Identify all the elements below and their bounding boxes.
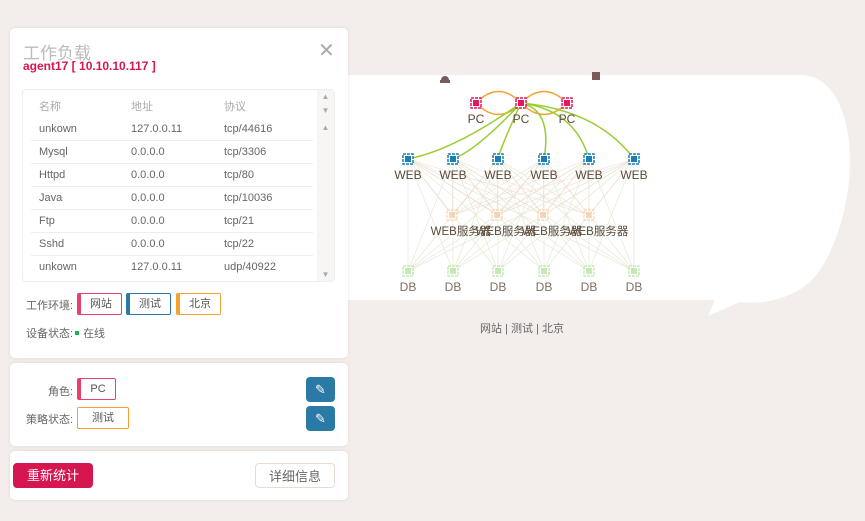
env-tag-beijing[interactable]: 北京 bbox=[176, 293, 221, 315]
table-row[interactable]: Ftp 0.0.0.0 tcp/21 bbox=[31, 210, 313, 233]
table-row[interactable]: Mysql 0.0.0.0 tcp/3306 bbox=[31, 141, 313, 164]
scrollbar[interactable]: ▲ ▼ ▲ ▼ bbox=[317, 90, 334, 281]
node-label: WEB bbox=[620, 168, 647, 182]
web-server-node[interactable] bbox=[491, 209, 503, 221]
node-label: DB bbox=[581, 280, 598, 294]
scroll-up-icon[interactable]: ▲ bbox=[317, 92, 334, 101]
cell-name: Httpd bbox=[39, 169, 66, 181]
node-label: WEB bbox=[439, 168, 466, 182]
cell-address: 0.0.0.0 bbox=[131, 146, 165, 158]
cell-address: 127.0.0.11 bbox=[131, 261, 183, 273]
cell-protocol: udp/40922 bbox=[224, 261, 276, 273]
device-status: 设备状态: 在线 bbox=[26, 325, 105, 341]
table-row[interactable]: Java 0.0.0.0 tcp/10036 bbox=[31, 187, 313, 210]
table-row[interactable]: unkown 127.0.0.11 tcp/44616 bbox=[31, 118, 313, 141]
cell-name: Java bbox=[39, 192, 63, 204]
graph-caption: 网站 | 测试 | 北京 bbox=[480, 323, 564, 335]
header-protocol: 协议 bbox=[224, 101, 246, 113]
scroll-up-icon[interactable]: ▲ bbox=[317, 123, 334, 132]
policy-tag[interactable]: 测试 bbox=[77, 407, 129, 429]
node-label: DB bbox=[400, 280, 417, 294]
scroll-down-icon[interactable]: ▼ bbox=[317, 270, 334, 279]
table-row[interactable]: unkown 127.0.0.11 udp/40922 bbox=[31, 256, 313, 279]
close-icon[interactable]: ✕ bbox=[318, 38, 335, 63]
node-label: WEB bbox=[575, 168, 602, 182]
header-address: 地址 bbox=[131, 101, 153, 113]
node-label: DB bbox=[626, 280, 643, 294]
cell-protocol: tcp/3306 bbox=[224, 146, 267, 158]
role-label: 角色: bbox=[48, 386, 74, 398]
web-server-node[interactable] bbox=[446, 209, 458, 221]
web-server-node[interactable] bbox=[537, 209, 549, 221]
details-button[interactable]: 详细信息 bbox=[255, 463, 335, 488]
node-label: DB bbox=[445, 280, 462, 294]
cell-name: Mysql bbox=[39, 146, 68, 158]
service-table: 名称 地址 协议 unkown 127.0.0.11 tcp/44616 Mysql 0… bbox=[22, 89, 335, 282]
table-row[interactable]: Sshd 0.0.0.0 tcp/22 bbox=[31, 233, 313, 256]
cell-name: unkown bbox=[39, 123, 77, 135]
edit-role-button[interactable]: ✎ bbox=[306, 377, 335, 402]
policy-label: 策略状态: bbox=[26, 414, 74, 426]
cell-address: 0.0.0.0 bbox=[131, 238, 165, 250]
cell-name: unkown bbox=[39, 261, 77, 273]
node-label: WEB bbox=[394, 168, 421, 182]
cell-address: 127.0.0.11 bbox=[131, 123, 183, 135]
graph-bubble bbox=[345, 75, 850, 316]
cell-protocol: tcp/44616 bbox=[224, 123, 273, 135]
recount-button[interactable]: 重新统计 bbox=[13, 463, 93, 488]
role-panel: 角色: PC ✎ 策略状态: 测试 ✎ bbox=[10, 363, 348, 446]
node-label: WEB服务器 bbox=[568, 224, 629, 238]
env-tag-website[interactable]: 网站 bbox=[77, 293, 122, 315]
online-dot-icon bbox=[75, 331, 80, 335]
edit-policy-button[interactable]: ✎ bbox=[306, 406, 335, 431]
cell-protocol: tcp/21 bbox=[224, 215, 254, 227]
cell-protocol: tcp/22 bbox=[224, 238, 254, 250]
workload-panel: 工作负载 agent17 [ 10.10.10.117 ] ✕ 名称 地址 协议… bbox=[10, 28, 348, 358]
cell-name: Sshd bbox=[39, 238, 65, 250]
device-icon bbox=[592, 72, 600, 80]
node-label: PC bbox=[468, 112, 485, 126]
node-label: PC bbox=[513, 112, 530, 126]
cell-protocol: tcp/80 bbox=[224, 169, 254, 181]
agent-subtitle: agent17 [ 10.10.10.117 ] bbox=[23, 59, 156, 73]
table-row[interactable]: Httpd 0.0.0.0 tcp/80 bbox=[31, 164, 313, 187]
node-label: WEB bbox=[530, 168, 557, 182]
status-label: 设备状态: bbox=[26, 328, 74, 340]
node-label: DB bbox=[490, 280, 507, 294]
node-label: WEB bbox=[484, 168, 511, 182]
cell-protocol: tcp/10036 bbox=[224, 192, 273, 204]
node-label: PC bbox=[559, 112, 576, 126]
cell-address: 0.0.0.0 bbox=[131, 192, 165, 204]
web-server-node[interactable] bbox=[583, 209, 595, 221]
actions-panel: 重新统计 详细信息 bbox=[10, 451, 348, 500]
status-value: 在线 bbox=[83, 328, 106, 340]
env-tag-test[interactable]: 测试 bbox=[126, 293, 171, 315]
cell-address: 0.0.0.0 bbox=[131, 169, 165, 181]
role-tag[interactable]: PC bbox=[77, 378, 116, 400]
header-name: 名称 bbox=[39, 101, 61, 113]
scroll-down-icon[interactable]: ▼ bbox=[317, 106, 334, 115]
cell-address: 0.0.0.0 bbox=[131, 215, 165, 227]
cell-name: Ftp bbox=[39, 215, 55, 227]
env-label: 工作环境: bbox=[26, 300, 74, 312]
node-label: DB bbox=[536, 280, 553, 294]
